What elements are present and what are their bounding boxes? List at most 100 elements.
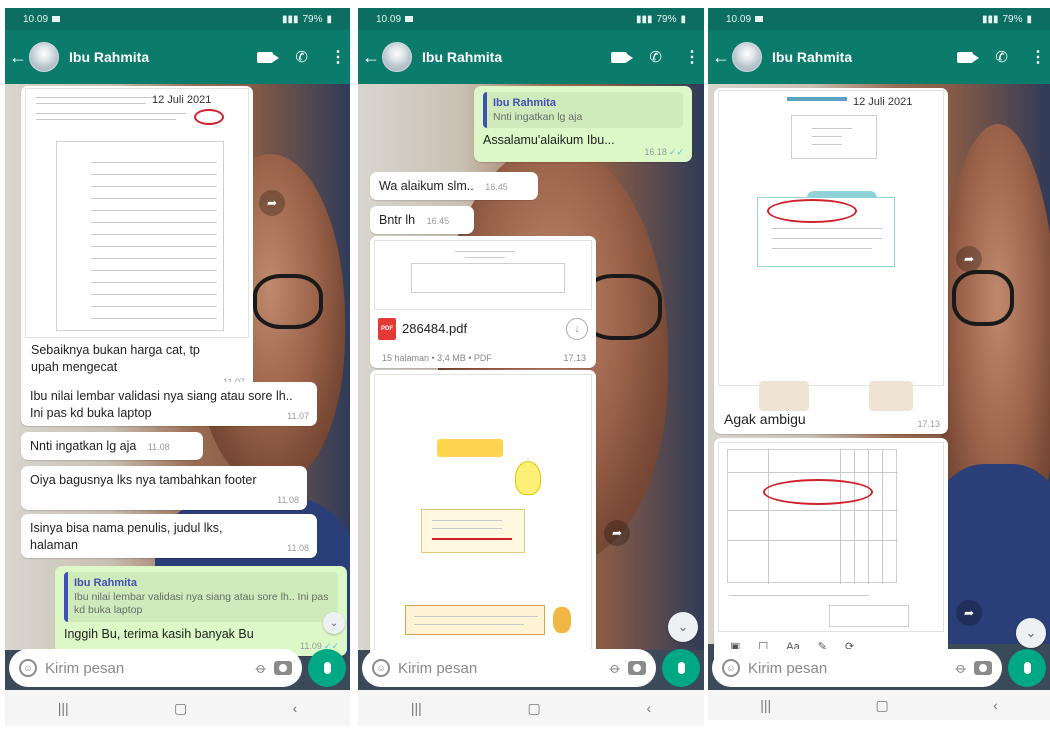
attach-icon[interactable]: ⌀ bbox=[952, 658, 971, 677]
camera-icon[interactable] bbox=[274, 661, 292, 675]
message-time: 11.08 bbox=[277, 494, 299, 505]
image-message[interactable]: 12 Juli 2021 Sebaiknya bukan harga cat, … bbox=[21, 86, 253, 392]
emoji-icon[interactable]: ☺ bbox=[722, 659, 740, 677]
phone-screen-3: 10.09 ▮▮▮ 79% ▮ ← Ibu Rahmita ✆ ⋮ 12 Juli … bbox=[708, 8, 1050, 720]
pdf-meta: 15 halaman • 3,4 MB • PDF 17.13 bbox=[382, 352, 586, 364]
character-icon bbox=[553, 607, 571, 633]
quote-author: Ibu Rahmita bbox=[493, 97, 556, 109]
message-input[interactable]: ☺ Kirim pesan ⌀ bbox=[362, 649, 656, 687]
status-time: 10.09 bbox=[376, 13, 402, 25]
contact-name[interactable]: Ibu Rahmita bbox=[772, 49, 957, 65]
quoted-message[interactable]: Ibu Rahmita Ibu nilai lembar validasi ny… bbox=[64, 572, 338, 623]
more-menu-icon[interactable]: ⋮ bbox=[684, 47, 700, 67]
video-call-icon[interactable] bbox=[957, 51, 980, 63]
recent-apps-icon[interactable]: ||| bbox=[58, 700, 69, 716]
more-menu-icon[interactable]: ⋮ bbox=[1030, 47, 1046, 67]
forward-icon[interactable]: ➦ bbox=[259, 190, 285, 216]
message-input[interactable]: ☺ Kirim pesan ⌀ bbox=[9, 649, 302, 687]
message-time: 16.45 bbox=[426, 216, 450, 226]
message-bubble[interactable]: Oiya bagusnya lks nya tambahkan footer 1… bbox=[21, 466, 307, 510]
scroll-down-icon[interactable]: ⌄ bbox=[668, 612, 698, 642]
image-message[interactable]: 12 Juli 2021 Agak ambigu 17.13 bbox=[714, 88, 948, 434]
attach-icon[interactable]: ⌀ bbox=[252, 658, 271, 677]
back-arrow-icon[interactable]: ← bbox=[360, 47, 382, 68]
message-input-placeholder[interactable]: Kirim pesan bbox=[748, 660, 949, 677]
voice-call-icon[interactable]: ✆ bbox=[649, 48, 662, 66]
message-bubble[interactable]: Wa alaikum slm.. 16.45 bbox=[370, 172, 538, 200]
quoted-message[interactable]: Ibu Rahmita Nnti ingatkan lg aja bbox=[483, 92, 683, 129]
avatar[interactable] bbox=[29, 42, 59, 72]
video-call-icon[interactable] bbox=[257, 51, 280, 63]
message-text: Inggih Bu, terima kasih banyak Bu bbox=[64, 627, 254, 642]
message-bubble[interactable]: Nnti ingatkan lg aja 11.08 bbox=[21, 432, 203, 460]
more-menu-icon[interactable]: ⋮ bbox=[330, 47, 346, 67]
message-input-placeholder[interactable]: Kirim pesan bbox=[398, 660, 603, 677]
notification-icon bbox=[755, 16, 764, 22]
camera-icon[interactable] bbox=[628, 661, 646, 675]
scroll-down-icon[interactable]: ⌄ bbox=[1016, 618, 1046, 648]
message-time: 11.07 bbox=[287, 410, 309, 421]
message-bubble[interactable]: Ibu nilai lembar validasi nya siang atau… bbox=[21, 382, 317, 426]
message-time: 17.13 bbox=[917, 418, 940, 429]
quote-text: Nnti ingatkan lg aja bbox=[493, 110, 583, 123]
mic-icon bbox=[323, 662, 331, 674]
doc-box bbox=[791, 115, 877, 159]
contact-name[interactable]: Ibu Rahmita bbox=[69, 49, 257, 65]
message-input-bar: ☺ Kirim pesan ⌀ bbox=[712, 648, 1046, 688]
forward-icon[interactable]: ➦ bbox=[604, 520, 630, 546]
chat-header: ← Ibu Rahmita ✆ ⋮ bbox=[5, 30, 350, 84]
pdf-icon: PDF bbox=[378, 318, 396, 340]
download-icon[interactable]: ↓ bbox=[566, 318, 588, 340]
mic-button[interactable] bbox=[1008, 649, 1046, 687]
mic-button[interactable] bbox=[308, 649, 346, 687]
emoji-icon[interactable]: ☺ bbox=[19, 659, 37, 677]
contact-name[interactable]: Ibu Rahmita bbox=[422, 49, 611, 65]
video-call-icon[interactable] bbox=[611, 51, 634, 63]
attach-icon[interactable]: ⌀ bbox=[606, 658, 625, 677]
camera-icon[interactable] bbox=[974, 661, 992, 675]
voice-call-icon[interactable]: ✆ bbox=[995, 48, 1008, 66]
recent-apps-icon[interactable]: ||| bbox=[760, 697, 771, 713]
message-input-placeholder[interactable]: Kirim pesan bbox=[45, 660, 249, 677]
signal-icon: ▮▮▮ bbox=[635, 13, 653, 25]
scroll-down-icon[interactable]: ⌄ bbox=[323, 612, 345, 634]
avatar[interactable] bbox=[382, 42, 412, 72]
status-bar: 10.09 ▮▮▮ 79% ▮ bbox=[708, 8, 1050, 30]
message-text: Assalamu'alaikum Ibu... bbox=[483, 133, 615, 148]
table-image bbox=[718, 442, 944, 632]
doc-box bbox=[829, 605, 909, 627]
back-nav-icon[interactable]: ‹ bbox=[646, 700, 651, 716]
status-bar: 10.09 ▮▮▮ 79% ▮ bbox=[5, 8, 350, 30]
home-icon[interactable]: ▢ bbox=[174, 700, 187, 717]
forward-icon[interactable]: ➦ bbox=[956, 246, 982, 272]
message-input[interactable]: ☺ Kirim pesan ⌀ bbox=[712, 649, 1002, 687]
message-text: Bntr lh bbox=[379, 213, 416, 227]
image-message[interactable]: ▣ ☐ Aa ✎ ⟳ bbox=[714, 438, 948, 666]
message-bubble[interactable]: Isinya bisa nama penulis, judul lks, hal… bbox=[21, 514, 317, 558]
mic-button[interactable] bbox=[662, 649, 700, 687]
message-text: Wa alaikum slm.. bbox=[379, 179, 474, 193]
avatar[interactable] bbox=[732, 42, 762, 72]
message-time: 17.13 bbox=[563, 353, 586, 363]
status-time: 10.09 bbox=[23, 13, 49, 25]
pdf-message[interactable]: PDF 286484.pdf ↓ 15 halaman • 3,4 MB • P… bbox=[370, 236, 596, 368]
home-icon[interactable]: ▢ bbox=[876, 697, 889, 714]
forward-icon[interactable]: ➦ bbox=[956, 600, 982, 626]
back-arrow-icon[interactable]: ← bbox=[7, 47, 29, 68]
android-nav-bar: ||| ▢ ‹ bbox=[358, 690, 704, 726]
reply-bubble[interactable]: Ibu Rahmita Nnti ingatkan lg aja Assalam… bbox=[474, 86, 692, 162]
back-nav-icon[interactable]: ‹ bbox=[993, 697, 998, 713]
back-nav-icon[interactable]: ‹ bbox=[293, 700, 298, 716]
screenshot-collage: 10.09 ▮▮▮ 79% ▮ ← Ibu Rahmita ✆ ⋮ 12 Juli … bbox=[0, 0, 1050, 733]
voice-call-icon[interactable]: ✆ bbox=[295, 48, 308, 66]
image-message[interactable] bbox=[370, 370, 596, 660]
pdf-file-row[interactable]: PDF 286484.pdf ↓ bbox=[378, 314, 588, 344]
home-icon[interactable]: ▢ bbox=[528, 700, 541, 717]
reply-bubble[interactable]: Ibu Rahmita Ibu nilai lembar validasi ny… bbox=[55, 566, 347, 656]
message-bubble[interactable]: Bntr lh 16.45 bbox=[370, 206, 474, 234]
recent-apps-icon[interactable]: ||| bbox=[411, 700, 422, 716]
emoji-icon[interactable]: ☺ bbox=[372, 659, 390, 677]
message-time: 11.08 bbox=[287, 542, 309, 553]
document-table bbox=[56, 141, 224, 331]
back-arrow-icon[interactable]: ← bbox=[710, 47, 732, 68]
